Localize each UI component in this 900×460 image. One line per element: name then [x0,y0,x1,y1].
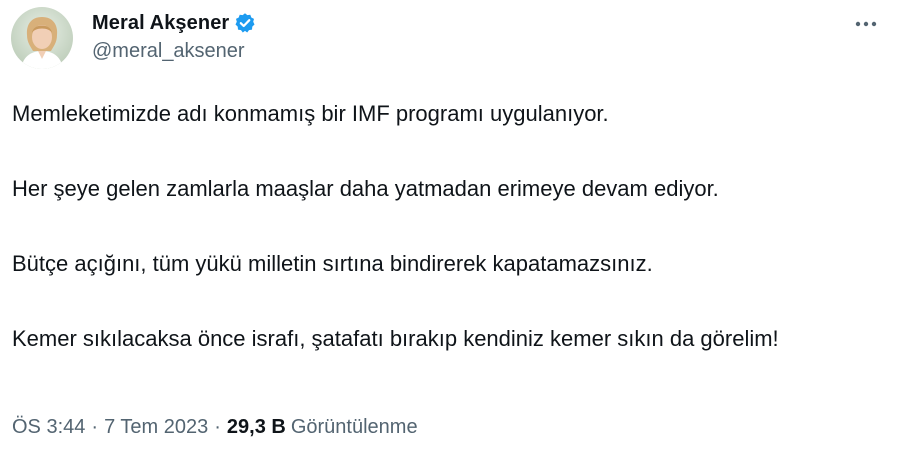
tweet-time[interactable]: ÖS 3:44 [12,416,85,439]
tweet-paragraph: Kemer sıkılacaksa önce israfı, şatafatı … [12,326,779,351]
views-label: Görüntülenme [290,416,418,438]
meta-separator: · [91,416,99,438]
author-display-name[interactable]: Meral Akşener [92,12,229,35]
tweet-meta: ÖS 3:44 · 7 Tem 2023 · 29,3 B Görüntülen… [12,416,418,439]
tweet-paragraph: Bütçe açığını, tüm yükü milletin sırtına… [12,251,653,276]
tweet-paragraph: Memleketimizde adı konmamış bir IMF prog… [12,101,609,126]
author-avatar[interactable] [11,7,73,69]
tweet-paragraph: Her şeye gelen zamlarla maaşlar daha yat… [12,176,719,201]
verified-badge-icon[interactable] [234,12,256,34]
tweet-text: Memleketimizde adı konmamış bir IMF prog… [12,98,872,354]
author-name-row: Meral Akşener [92,10,256,36]
avatar-photo-icon [11,7,73,69]
views-count[interactable]: 29,3 B [227,416,286,439]
more-options-button[interactable] [848,10,884,38]
meta-separator: · [214,416,221,438]
tweet-card: Meral Akşener @meral_aksener Memleketimi… [0,0,900,460]
more-options-icon [855,21,877,27]
tweet-date[interactable]: 7 Tem 2023 [104,416,208,439]
author-handle[interactable]: @meral_aksener [92,40,245,63]
